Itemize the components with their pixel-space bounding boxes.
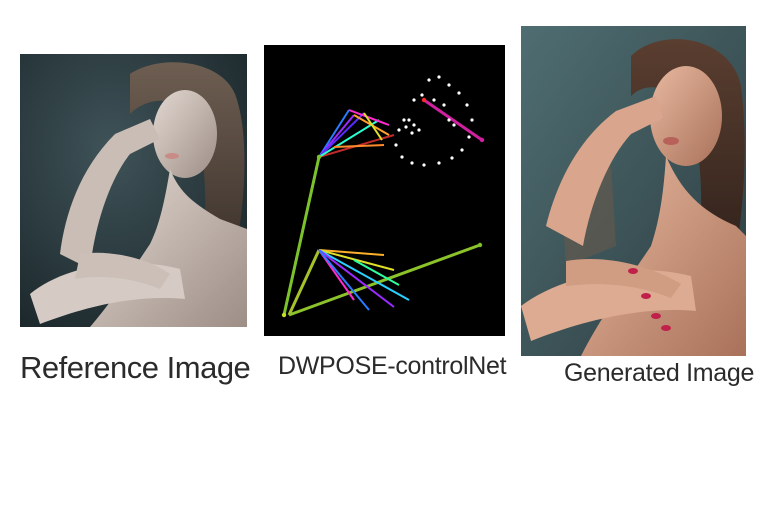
pose-skeleton-illustration [264, 45, 505, 336]
reference-caption: Reference Image [20, 350, 251, 385]
generated-image [521, 26, 746, 356]
pose-image [264, 45, 505, 336]
reference-image [20, 54, 247, 327]
reference-photo-illustration [20, 54, 247, 327]
generated-caption: Generated Image [564, 359, 755, 387]
generated-photo-illustration [521, 26, 746, 356]
pose-caption: DWPOSE-controlNet [278, 352, 507, 380]
